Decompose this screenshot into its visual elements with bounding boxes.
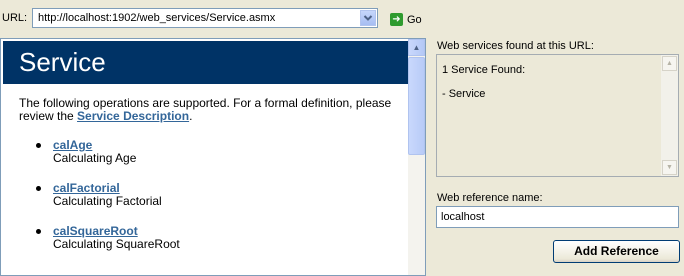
go-label: Go bbox=[407, 13, 422, 26]
intro-text-start: The following operations are supported. … bbox=[19, 96, 392, 123]
url-label: URL: bbox=[2, 12, 28, 24]
operation-description: Calculating SquareRoot bbox=[53, 237, 180, 251]
service-description-link[interactable]: Service Description bbox=[77, 109, 189, 123]
go-button[interactable]: ➜ Go bbox=[390, 13, 422, 26]
bullet-icon bbox=[36, 143, 41, 148]
url-dropdown-button[interactable] bbox=[360, 10, 376, 26]
scroll-up-button[interactable]: ▲ bbox=[662, 56, 677, 71]
bullet-icon bbox=[36, 229, 41, 234]
bullet-icon bbox=[36, 186, 41, 191]
services-found-item: - Service bbox=[442, 88, 486, 100]
operation-link-calfactorial[interactable]: calFactorial bbox=[53, 181, 120, 195]
add-reference-button[interactable]: Add Reference bbox=[553, 240, 680, 263]
green-arrow-icon: ➜ bbox=[390, 13, 403, 26]
operation-link-calsquareroot[interactable]: calSquareRoot bbox=[53, 224, 138, 238]
list-item: calAge Calculating Age bbox=[35, 139, 180, 182]
services-found-box: 1 Service Found: - Service ▲ ▼ bbox=[436, 54, 679, 177]
scroll-up-button[interactable]: ▲ bbox=[408, 39, 425, 56]
services-found-count: 1 Service Found: bbox=[442, 64, 526, 76]
chevron-down-icon bbox=[363, 15, 373, 21]
operation-description: Calculating Factorial bbox=[53, 194, 162, 208]
services-found-label: Web services found at this URL: bbox=[437, 40, 594, 52]
list-item: calFactorial Calculating Factorial bbox=[35, 182, 180, 225]
browser-pane[interactable]: Service The following operations are sup… bbox=[0, 38, 426, 276]
operation-link-calage[interactable]: calAge bbox=[53, 138, 92, 152]
operations-list: calAge Calculating Age calFactorial Calc… bbox=[35, 139, 180, 268]
web-reference-name-label: Web reference name: bbox=[437, 192, 543, 204]
services-found-scrollbar[interactable]: ▲ ▼ bbox=[661, 55, 678, 176]
scroll-down-button[interactable]: ▼ bbox=[662, 160, 677, 175]
vertical-scrollbar[interactable]: ▲ bbox=[408, 39, 425, 275]
url-input[interactable]: http://localhost:1902/web_services/Servi… bbox=[38, 12, 275, 24]
web-reference-name-input[interactable]: localhost bbox=[436, 206, 679, 228]
scroll-thumb[interactable] bbox=[408, 57, 425, 155]
intro-text: The following operations are supported. … bbox=[19, 97, 407, 123]
list-item: calSquareRoot Calculating SquareRoot bbox=[35, 225, 180, 268]
operation-description: Calculating Age bbox=[53, 151, 137, 165]
service-heading: Service bbox=[3, 41, 409, 84]
web-reference-name-value: localhost bbox=[441, 211, 485, 223]
url-combo-box[interactable]: http://localhost:1902/web_services/Servi… bbox=[32, 8, 378, 28]
intro-text-end: . bbox=[189, 109, 193, 123]
